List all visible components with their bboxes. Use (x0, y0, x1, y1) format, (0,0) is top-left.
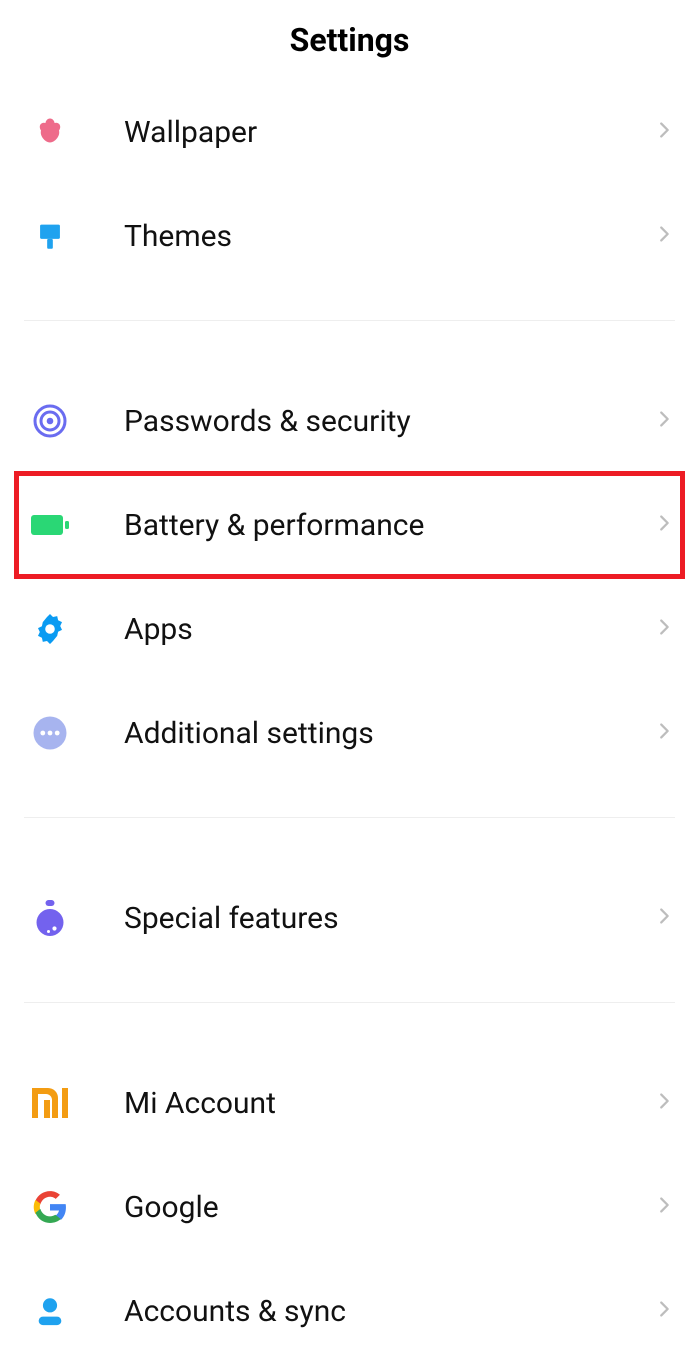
chevron-right-icon (653, 512, 675, 538)
account-person-icon (28, 1289, 72, 1333)
chevron-right-icon (653, 1090, 675, 1116)
spacer (0, 785, 699, 817)
google-logo-icon (28, 1185, 72, 1229)
section-system: Passwords & security Battery & performan… (0, 369, 699, 785)
item-themes[interactable]: Themes (0, 184, 699, 288)
themes-icon (28, 214, 72, 258)
more-dots-icon (28, 711, 72, 755)
flask-icon (28, 896, 72, 940)
chevron-right-icon (653, 1298, 675, 1324)
spacer (0, 970, 699, 1002)
item-google[interactable]: Google (0, 1155, 699, 1259)
apps-gear-icon (28, 607, 72, 651)
wallpaper-icon (28, 110, 72, 154)
section-features: Special features (0, 866, 699, 970)
item-apps[interactable]: Apps (0, 577, 699, 681)
chevron-right-icon (653, 223, 675, 249)
page-title: Settings (290, 21, 410, 59)
header: Settings (0, 0, 699, 80)
item-accounts-sync[interactable]: Accounts & sync (0, 1259, 699, 1363)
item-label: Apps (124, 612, 653, 647)
chevron-right-icon (653, 119, 675, 145)
item-label: Battery & performance (124, 508, 653, 543)
item-label: Wallpaper (124, 115, 653, 150)
item-label: Mi Account (124, 1086, 653, 1121)
item-battery-performance[interactable]: Battery & performance (0, 473, 699, 577)
item-additional-settings[interactable]: Additional settings (0, 681, 699, 785)
chevron-right-icon (653, 408, 675, 434)
fingerprint-icon (28, 399, 72, 443)
spacer (0, 1003, 699, 1051)
item-special-features[interactable]: Special features (0, 866, 699, 970)
chevron-right-icon (653, 616, 675, 642)
spacer (0, 321, 699, 369)
section-accounts: Mi Account Google (0, 1051, 699, 1363)
item-label: Accounts & sync (124, 1294, 653, 1329)
item-label: Special features (124, 901, 653, 936)
item-mi-account[interactable]: Mi Account (0, 1051, 699, 1155)
battery-icon (28, 503, 72, 547)
item-wallpaper[interactable]: Wallpaper (0, 80, 699, 184)
item-label: Google (124, 1190, 653, 1225)
item-label: Additional settings (124, 716, 653, 751)
spacer (0, 288, 699, 320)
item-label: Themes (124, 219, 653, 254)
chevron-right-icon (653, 1194, 675, 1220)
mi-logo-icon (28, 1081, 72, 1125)
section-personalization: Wallpaper Themes (0, 80, 699, 288)
item-passwords-security[interactable]: Passwords & security (0, 369, 699, 473)
chevron-right-icon (653, 720, 675, 746)
item-label: Passwords & security (124, 404, 653, 439)
settings-page: Settings Wallpaper Themes (0, 0, 699, 1363)
chevron-right-icon (653, 905, 675, 931)
spacer (0, 818, 699, 866)
